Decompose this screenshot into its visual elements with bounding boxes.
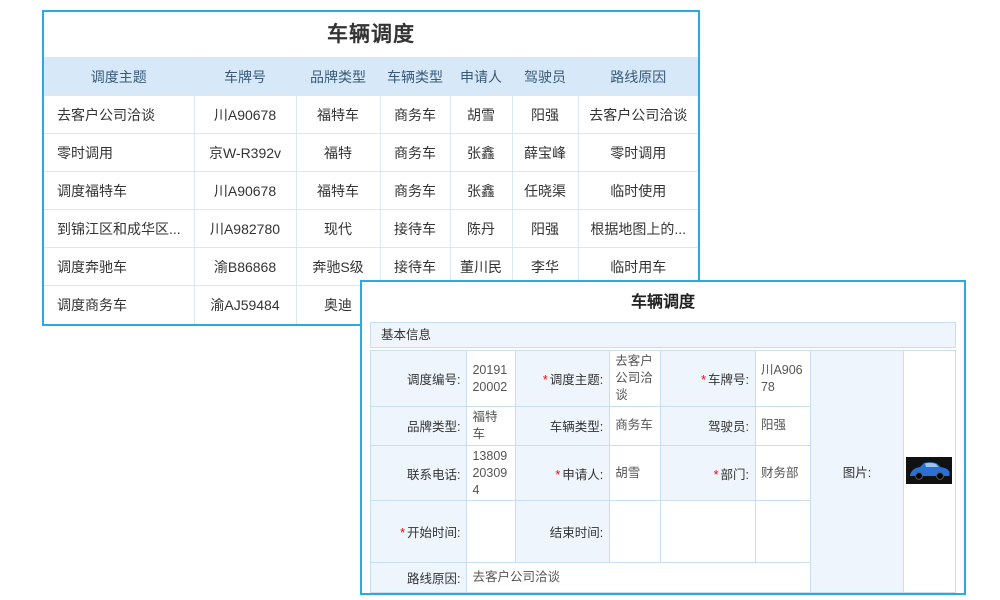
subject-link[interactable]: 到锦江区和成华区...	[44, 210, 194, 248]
brand-cell: 福特车	[296, 96, 380, 134]
phone-label: 联系电话:	[371, 445, 467, 501]
type-cell: 商务车	[380, 172, 450, 210]
plate-link[interactable]: 京W-R392v	[194, 134, 296, 172]
end-time-label: 结束时间:	[515, 501, 609, 563]
required-asterisk: *	[543, 373, 548, 387]
empty-cell	[661, 501, 755, 563]
type-cell: 商务车	[380, 134, 450, 172]
subject-link[interactable]: 去客户公司洽谈	[44, 96, 194, 134]
driver-link[interactable]: 任晓渠	[512, 172, 578, 210]
driver-link[interactable]: 阳强	[512, 96, 578, 134]
table-row: 调度福特车 川A90678 福特车 商务车 张鑫 任晓渠 临时使用	[44, 172, 698, 210]
required-asterisk: *	[701, 373, 706, 387]
vehicle-dispatch-list-panel: 车辆调度 调度主题 车牌号 品牌类型 车辆类型 申请人 驾驶员 路线原因 去客户…	[42, 10, 700, 326]
brand-cell: 现代	[296, 210, 380, 248]
plate-link[interactable]: 川A90678	[194, 96, 296, 134]
table-row: 去客户公司洽谈 川A90678 福特车 商务车 胡雪 阳强 去客户公司洽谈	[44, 96, 698, 134]
vehicle-dispatch-detail-panel: 车辆调度 基本信息 调度编号: 2019120002 *调度主题: 去客户公司洽…	[360, 280, 966, 595]
brand-cell: 福特	[296, 134, 380, 172]
vehicle-photo-thumbnail[interactable]	[906, 473, 952, 487]
type-cell: 接待车	[380, 210, 450, 248]
table-header-row: 调度主题 车牌号 品牌类型 车辆类型 申请人 驾驶员 路线原因	[44, 58, 698, 96]
applicant-cell: 张鑫	[450, 172, 512, 210]
plate-link[interactable]: 渝B86868	[194, 248, 296, 286]
col-header-brand: 品牌类型	[296, 58, 380, 96]
col-header-applicant: 申请人	[450, 58, 512, 96]
reason-cell: 根据地图上的...	[578, 210, 698, 248]
applicant-cell: 胡雪	[450, 96, 512, 134]
route-reason-value: 去客户公司洽谈	[467, 563, 811, 593]
driver-link[interactable]: 薛宝峰	[512, 134, 578, 172]
vehicle-type-label: 车辆类型:	[515, 407, 609, 446]
start-time-label: *开始时间:	[371, 501, 467, 563]
subject-link[interactable]: 零时调用	[44, 134, 194, 172]
plate-value: 川A90678	[755, 351, 810, 407]
vehicle-type-value: 商务车	[610, 407, 661, 446]
col-header-type: 车辆类型	[380, 58, 450, 96]
reason-cell: 临时使用	[578, 172, 698, 210]
driver-label: 驾驶员:	[661, 407, 755, 446]
required-asterisk: *	[555, 468, 560, 482]
subject-link[interactable]: 调度奔驰车	[44, 248, 194, 286]
applicant-cell: 张鑫	[450, 134, 512, 172]
col-header-plate: 车牌号	[194, 58, 296, 96]
detail-panel-title: 车辆调度	[362, 282, 964, 322]
department-label: *部门:	[661, 445, 755, 501]
brand-value: 福特车	[467, 407, 515, 446]
subject-link[interactable]: 调度福特车	[44, 172, 194, 210]
photo-cell	[903, 351, 955, 593]
form-row-1: 调度编号: 2019120002 *调度主题: 去客户公司洽谈 *车牌号: 川A…	[371, 351, 956, 407]
route-reason-label: 路线原因:	[371, 563, 467, 593]
phone-value: 13809203094	[467, 445, 515, 501]
reason-cell: 去客户公司洽谈	[578, 96, 698, 134]
photo-label: 图片:	[811, 351, 903, 593]
list-panel-title: 车辆调度	[44, 12, 698, 57]
table-row: 到锦江区和成华区... 川A982780 现代 接待车 陈丹 阳强 根据地图上的…	[44, 210, 698, 248]
brand-cell: 福特车	[296, 172, 380, 210]
dispatch-no-value: 2019120002	[467, 351, 515, 407]
plate-link[interactable]: 川A982780	[194, 210, 296, 248]
dispatch-no-label: 调度编号:	[371, 351, 467, 407]
driver-value: 阳强	[755, 407, 810, 446]
col-header-subject: 调度主题	[44, 58, 194, 96]
plate-link[interactable]: 川A90678	[194, 172, 296, 210]
applicant-label: *申请人:	[515, 445, 609, 501]
brand-label: 品牌类型:	[371, 407, 467, 446]
subject-value: 去客户公司洽谈	[610, 351, 661, 407]
start-time-value	[467, 501, 515, 563]
col-header-driver: 驾驶员	[512, 58, 578, 96]
plate-label: *车牌号:	[661, 351, 755, 407]
type-cell: 商务车	[380, 96, 450, 134]
driver-link[interactable]: 阳强	[512, 210, 578, 248]
col-header-reason: 路线原因	[578, 58, 698, 96]
end-time-value	[610, 501, 661, 563]
detail-form-table: 调度编号: 2019120002 *调度主题: 去客户公司洽谈 *车牌号: 川A…	[370, 350, 956, 593]
applicant-cell: 陈丹	[450, 210, 512, 248]
basic-info-section-header: 基本信息	[370, 322, 956, 348]
applicant-value: 胡雪	[610, 445, 661, 501]
subject-link[interactable]: 调度商务车	[44, 286, 194, 324]
plate-link[interactable]: 渝AJ59484	[194, 286, 296, 324]
table-row: 零时调用 京W-R392v 福特 商务车 张鑫 薛宝峰 零时调用	[44, 134, 698, 172]
department-value: 财务部	[755, 445, 810, 501]
reason-cell: 零时调用	[578, 134, 698, 172]
subject-label: *调度主题:	[515, 351, 609, 407]
required-asterisk: *	[400, 526, 405, 540]
empty-cell	[755, 501, 810, 563]
required-asterisk: *	[714, 468, 719, 482]
